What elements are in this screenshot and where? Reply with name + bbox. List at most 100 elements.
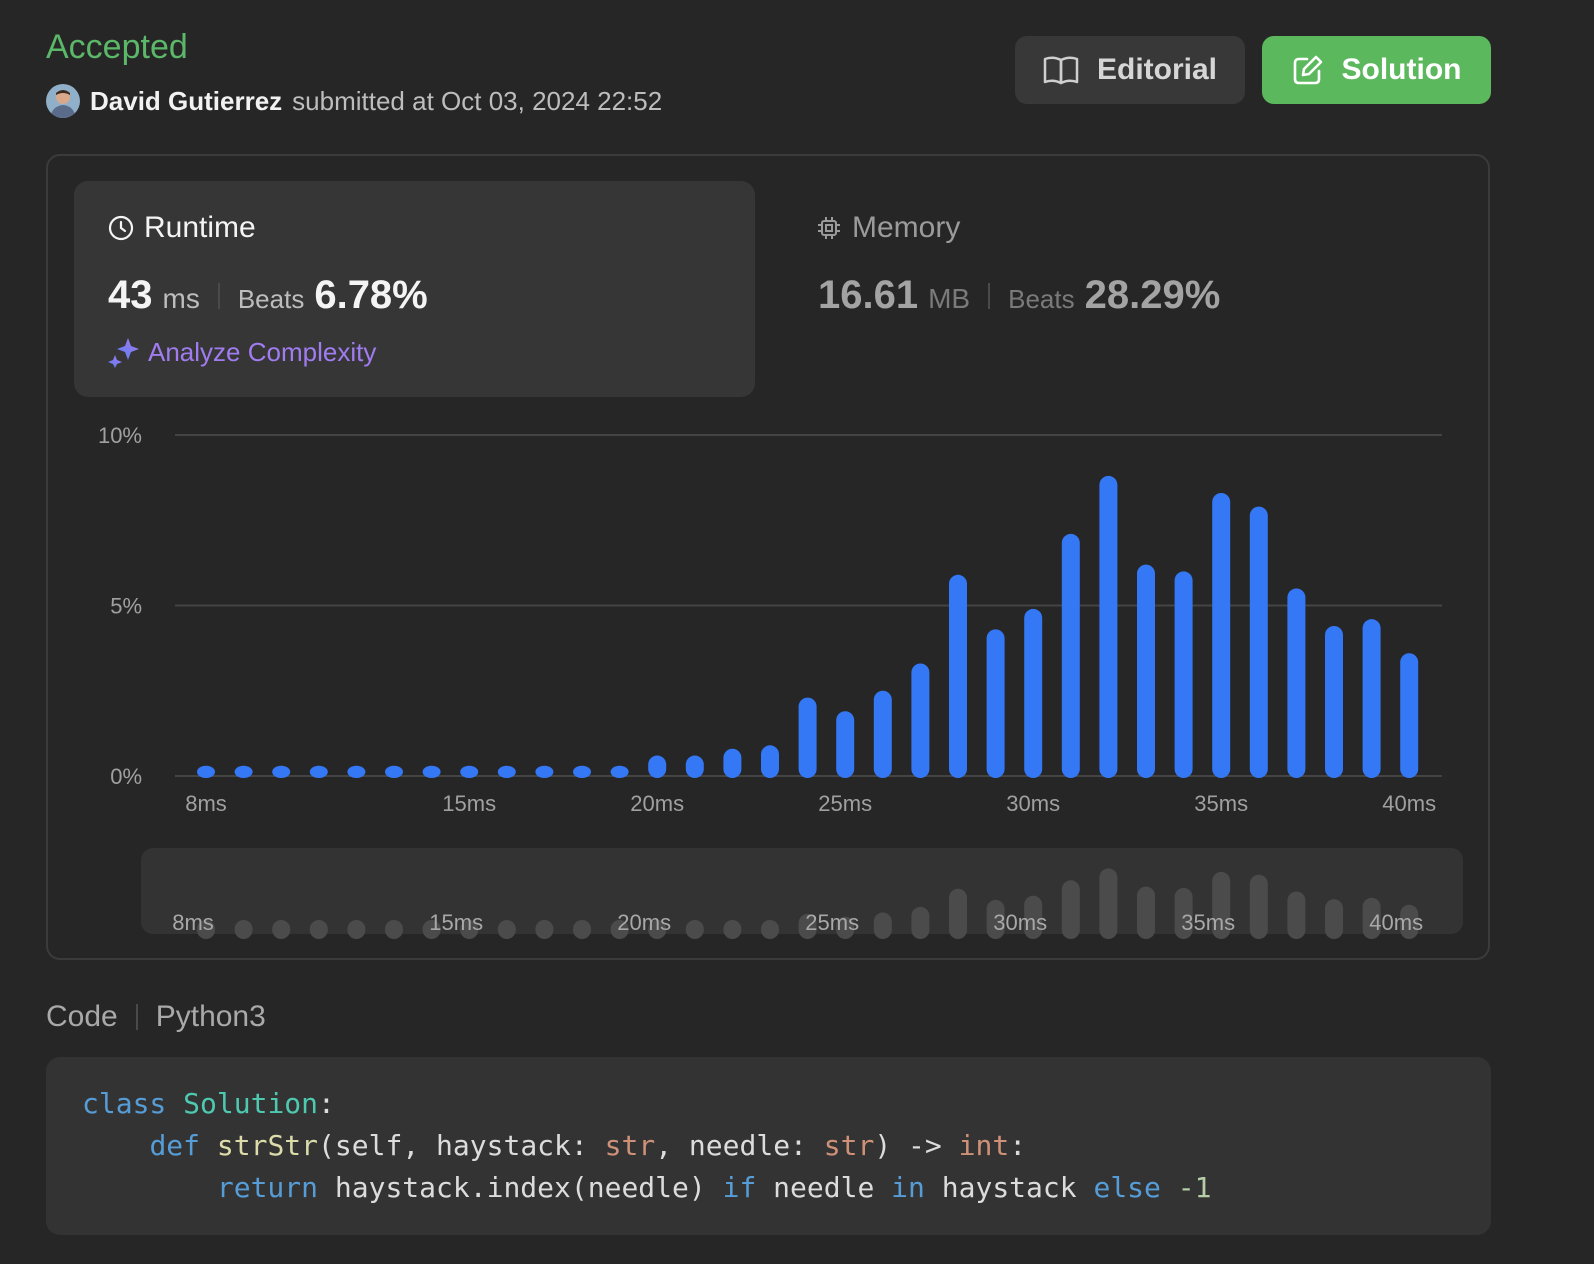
runtime-bar[interactable] <box>723 748 742 778</box>
runtime-bar[interactable] <box>1061 533 1080 778</box>
runtime-bar[interactable] <box>422 765 441 778</box>
edit-icon <box>1293 55 1322 85</box>
runtime-bar[interactable] <box>1362 619 1381 778</box>
submitted-at-text: submitted at Oct 03, 2024 22:52 <box>292 85 663 116</box>
runtime-bar[interactable] <box>761 745 779 778</box>
sparkle-icon <box>108 338 139 368</box>
overview-bar <box>272 920 291 939</box>
overview-x-label: 25ms <box>805 910 859 935</box>
x-tick-label: 30ms <box>1006 791 1060 816</box>
overview-bar <box>573 920 591 939</box>
overview-bar <box>1325 899 1343 939</box>
runtime-divider <box>217 282 220 309</box>
code-title: Code <box>46 1000 118 1033</box>
runtime-title-text: Runtime <box>144 211 256 244</box>
overview-bar <box>347 920 366 939</box>
runtime-bar[interactable] <box>1400 653 1419 778</box>
runtime-bar[interactable] <box>272 765 291 778</box>
runtime-bar[interactable] <box>798 697 817 778</box>
y-tick-label: 0% <box>110 764 142 789</box>
overview-bar <box>723 920 742 939</box>
overview-bar <box>1137 886 1155 939</box>
runtime-card[interactable]: Runtime 43 ms Beats 6.78% Analyze Comple… <box>74 181 755 397</box>
runtime-bar[interactable] <box>911 663 930 778</box>
analyze-complexity-label: Analyze Complexity <box>148 336 377 367</box>
runtime-bar[interactable] <box>610 765 629 778</box>
code-block[interactable]: class Solution: def strStr(self, haystac… <box>46 1057 1491 1235</box>
y-tick-label: 5% <box>110 594 142 619</box>
runtime-value: 43 <box>108 273 153 317</box>
clock-icon <box>108 215 134 241</box>
overview-bar <box>309 920 328 939</box>
runtime-bar[interactable] <box>1024 608 1043 778</box>
runtime-bar[interactable] <box>535 765 554 778</box>
overview-bar <box>1287 891 1306 939</box>
runtime-bar[interactable] <box>1212 492 1231 778</box>
runtime-beats-percent: 6.78% <box>314 273 428 317</box>
x-tick-label: 20ms <box>630 791 684 816</box>
x-tick-label: 25ms <box>818 791 872 816</box>
runtime-bar[interactable] <box>197 765 215 778</box>
runtime-beats-label: Beats <box>237 284 305 314</box>
memory-title[interactable]: Memory <box>816 211 960 245</box>
overview-bar <box>1249 874 1268 939</box>
overview-bar <box>873 912 892 939</box>
solution-button[interactable]: Solution <box>1262 36 1491 104</box>
runtime-bar[interactable] <box>347 765 366 778</box>
runtime-bar[interactable] <box>1325 625 1343 778</box>
overview-bar <box>535 920 554 939</box>
overview-bar <box>1061 880 1080 939</box>
user-avatar[interactable] <box>46 84 80 118</box>
overview-x-label: 35ms <box>1181 910 1235 935</box>
user-name-link[interactable]: David Gutierrez <box>90 86 282 117</box>
code-header: Code Python3 <box>46 1000 266 1034</box>
overview-x-label: 8ms <box>172 910 214 935</box>
runtime-bar[interactable] <box>1287 588 1306 778</box>
overview-bar <box>685 920 704 939</box>
runtime-bar[interactable] <box>234 765 253 778</box>
chip-icon <box>818 217 840 239</box>
runtime-unit: ms <box>162 283 200 314</box>
runtime-bar[interactable] <box>836 711 855 778</box>
runtime-bar[interactable] <box>385 765 403 778</box>
memory-metric: 16.61 MB Beats 28.29% <box>818 273 1220 318</box>
overview-bar <box>1099 868 1118 939</box>
runtime-bar[interactable] <box>497 765 516 778</box>
runtime-bar[interactable] <box>1099 475 1118 778</box>
analyze-complexity-link[interactable]: Analyze Complexity <box>108 336 376 368</box>
submission-info: David Gutierrez submitted at Oct 03, 202… <box>46 84 662 118</box>
x-tick-label: 40ms <box>1382 791 1436 816</box>
x-tick-label: 15ms <box>442 791 496 816</box>
overview-x-label: 15ms <box>429 910 483 935</box>
memory-beats-label: Beats <box>1008 284 1075 314</box>
runtime-bar[interactable] <box>648 755 667 778</box>
runtime-metric: 43 ms Beats 6.78% <box>108 273 428 318</box>
overview-bar <box>949 888 967 939</box>
memory-beats-percent: 28.29% <box>1084 273 1221 317</box>
overview-bar <box>385 920 403 939</box>
overview-x-label: 40ms <box>1369 910 1423 935</box>
runtime-bar[interactable] <box>1174 571 1193 778</box>
runtime-bar[interactable] <box>949 574 967 778</box>
runtime-bar[interactable] <box>986 629 1005 778</box>
runtime-bar[interactable] <box>685 755 704 778</box>
editorial-button[interactable]: Editorial <box>1015 36 1245 104</box>
memory-value: 16.61 <box>818 273 919 317</box>
runtime-bar[interactable] <box>309 765 328 778</box>
code-header-divider <box>135 1004 138 1030</box>
code-line-1: class Solution: <box>82 1087 335 1120</box>
y-tick-label: 10% <box>98 423 142 448</box>
submission-status: Accepted <box>46 28 188 66</box>
runtime-bar[interactable] <box>1137 564 1155 778</box>
runtime-bar[interactable] <box>460 765 479 778</box>
x-tick-label: 35ms <box>1194 791 1248 816</box>
code-language: Python3 <box>155 1000 266 1033</box>
runtime-bar[interactable] <box>873 690 892 778</box>
overview-x-label: 20ms <box>617 910 671 935</box>
memory-title-text: Memory <box>852 211 961 244</box>
book-open-icon <box>1043 56 1079 85</box>
overview-x-label: 30ms <box>993 910 1047 935</box>
runtime-bar[interactable] <box>1249 506 1268 778</box>
runtime-distribution-chart[interactable]: 10% 5% 0% 8ms 15ms 20ms 25ms 30ms 35ms 40ms 8ms 1… <box>60 410 1480 950</box>
runtime-bar[interactable] <box>573 765 591 778</box>
